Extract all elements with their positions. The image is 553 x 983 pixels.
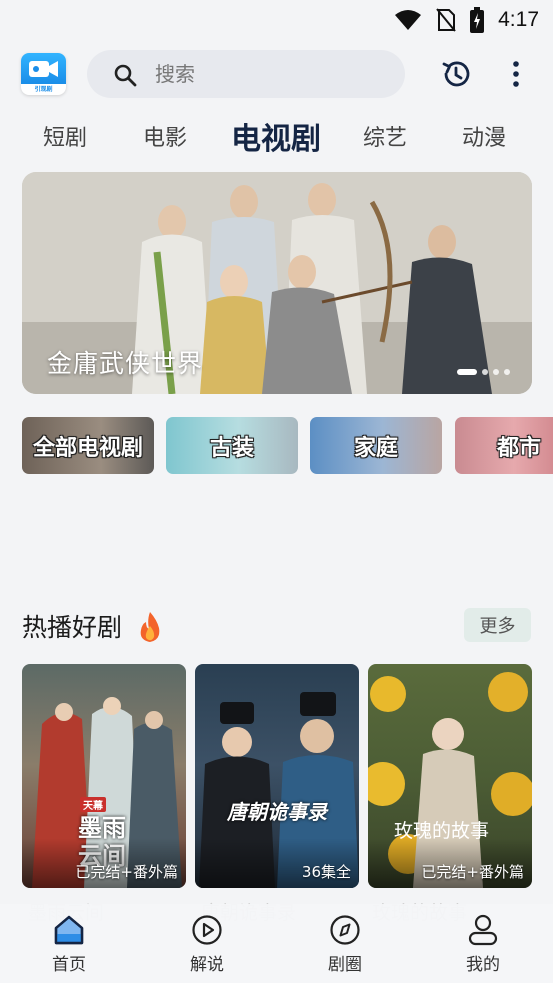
- card-badge: 已完结+番外篇: [75, 863, 178, 881]
- compass-icon: [330, 915, 360, 945]
- genre-chip-label: 古装: [209, 436, 254, 461]
- poster-tag: 天幕: [80, 797, 106, 812]
- bottom-nav: 首页 解说 剧圈 我的: [0, 904, 553, 983]
- hero-banner[interactable]: 金庸武侠世界: [22, 172, 532, 394]
- video-camera-icon: [29, 61, 58, 77]
- card-badge: 已完结+番外篇: [421, 863, 524, 881]
- poster-title: 唐朝诡事录: [227, 800, 327, 824]
- pagination-dot: [457, 369, 477, 375]
- pagination-dot: [482, 369, 488, 375]
- more-vert-icon[interactable]: [503, 60, 529, 88]
- genre-chip-label: 家庭: [353, 436, 398, 461]
- genre-chip-costume[interactable]: 古装: [166, 417, 298, 474]
- app-header: 引观剧: [0, 48, 553, 102]
- nav-label: 剧圈: [328, 955, 362, 975]
- tab-variety[interactable]: 综艺: [363, 120, 407, 152]
- genre-chip-label: 都市: [497, 436, 542, 461]
- drama-card[interactable]: 玫瑰的故事 已完结+番外篇: [368, 664, 532, 888]
- status-time: 4:17: [498, 8, 539, 31]
- genre-chip-all[interactable]: 全部电视剧: [22, 417, 154, 474]
- banner-pagination: [457, 369, 510, 375]
- section-title: 热播好剧: [22, 613, 123, 642]
- pagination-dot: [504, 369, 510, 375]
- nav-label: 首页: [52, 955, 86, 975]
- fire-icon: [140, 612, 160, 642]
- tab-movie[interactable]: 电影: [143, 120, 187, 152]
- history-icon[interactable]: [440, 58, 472, 90]
- nav-label: 解说: [190, 955, 224, 975]
- search-input[interactable]: [155, 58, 385, 90]
- nav-item-commentary[interactable]: 解说: [167, 910, 247, 980]
- pagination-dot: [493, 369, 499, 375]
- logo-text: 引观剧: [34, 86, 53, 93]
- tab-tv-series[interactable]: 电视剧: [231, 114, 321, 158]
- banner-title: 金庸武侠世界: [47, 349, 204, 378]
- user-icon: [468, 914, 498, 946]
- drama-card[interactable]: 天幕 墨雨云间 已完结+番外篇: [22, 664, 186, 888]
- search-bar[interactable]: [87, 50, 405, 98]
- tab-anime[interactable]: 动漫: [462, 120, 506, 152]
- category-tabs: 短剧 电影 电视剧 综艺 动漫: [0, 112, 553, 162]
- nav-label: 我的: [466, 955, 500, 975]
- battery-charging-icon: [470, 7, 485, 33]
- home-icon: [54, 915, 84, 945]
- status-bar: 4:17: [0, 0, 553, 40]
- more-button[interactable]: 更多: [464, 608, 531, 642]
- drama-card[interactable]: 唐朝诡事录 36集全: [195, 664, 359, 888]
- wifi-icon: [395, 10, 422, 30]
- genre-chip-family[interactable]: 家庭: [310, 417, 442, 474]
- nav-item-me[interactable]: 我的: [443, 910, 523, 980]
- tab-short-drama[interactable]: 短剧: [43, 120, 87, 152]
- search-icon: [114, 64, 137, 87]
- no-sim-icon: [436, 8, 456, 32]
- play-circle-icon: [192, 915, 222, 945]
- nav-item-home[interactable]: 首页: [29, 910, 109, 980]
- card-badge: 36集全: [301, 863, 351, 881]
- nav-item-circle[interactable]: 剧圈: [305, 910, 385, 980]
- genre-chip-label: 全部电视剧: [32, 436, 143, 461]
- genre-chip-urban[interactable]: 都市: [455, 417, 553, 474]
- app-logo[interactable]: 引观剧: [21, 53, 66, 95]
